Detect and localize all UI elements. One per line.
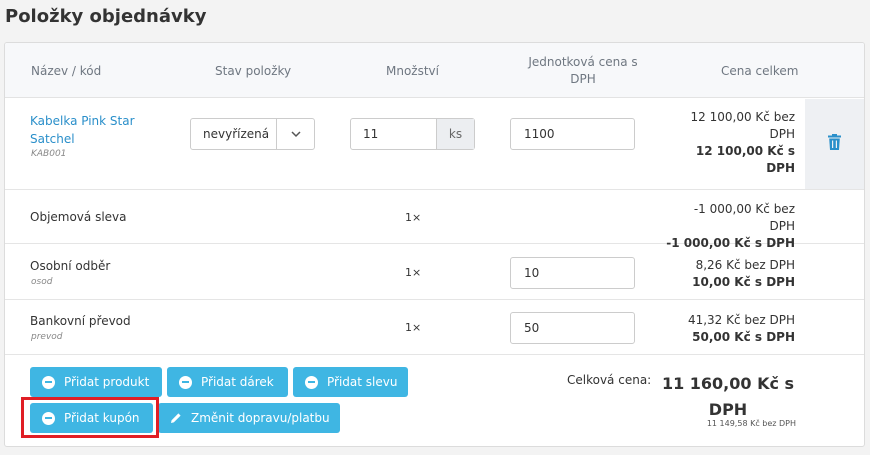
product-name-line1: Kabelka Pink Star [30,114,135,128]
extra-label: Bankovní převod [30,314,131,328]
extra-price-incl: 10,00 Kč s DPH [692,275,795,289]
extra-price-excl: 8,26 Kč bez DPH [695,258,795,272]
add-product-label: Přidat produkt [64,375,150,389]
page-title: Položky objednávky [5,6,207,27]
product-name-link[interactable]: Kabelka Pink Star Satchel [30,112,160,148]
plus-circle-icon [305,375,318,389]
extra-price: 41,32 Kč bez DPH 50,00 Kč s DPH [665,312,795,346]
change-shipping-label: Změnit dopravu/platbu [191,411,330,425]
product-code: KAB001 [31,149,67,159]
delete-item-cell [805,99,864,189]
payment-price-value: 50 [524,321,540,335]
add-gift-button[interactable]: Přidat dárek [167,367,288,397]
chevron-down-icon[interactable] [276,119,314,149]
product-price-incl: 12 100,00 Kč s DPH [695,144,795,175]
extra-price-excl: -1 000,00 Kč bez DPH [693,202,795,233]
extra-price: 8,26 Kč bez DPH 10,00 Kč s DPH [665,257,795,291]
unit-price-input[interactable]: 1100 [510,118,635,150]
product-price-excl-line1: 12 100,00 Kč bez [690,110,795,124]
extra-label: Osobní odběr [30,259,111,273]
unit-price-value: 1100 [524,127,555,141]
column-header-name: Název / kód [31,64,102,78]
extra-price-incl: 50,00 Kč s DPH [692,330,795,344]
add-product-button[interactable]: Přidat produkt [30,367,162,397]
extra-label: Objemová sleva [30,210,127,224]
column-header-unit-price-line2: DPH [570,72,596,86]
highlight-box [21,397,159,438]
column-header-quantity: Množství [386,64,439,78]
shipping-price-value: 10 [524,266,540,280]
quantity-unit: ks [436,119,474,149]
trash-icon[interactable] [828,134,841,154]
table-header: Název / kód Stav položky Množství Jednot… [5,43,864,98]
plus-circle-icon [42,375,55,389]
payment-price-input[interactable]: 50 [510,312,635,344]
extra-code: osod [31,277,53,287]
total-price-excl: 11 149,58 Kč bez DPH [706,419,796,428]
product-price-excl-line2: DPH [769,127,796,141]
plus-circle-icon [179,375,192,389]
total-label: Celková cena: [567,373,652,387]
change-shipping-payment-button[interactable]: Změnit dopravu/platbu [158,403,340,433]
product-row: Kabelka Pink Star Satchel KAB001 nevyříz… [5,99,864,190]
extra-multiplier: 1× [405,321,422,334]
extra-multiplier: 1× [405,266,422,279]
add-gift-label: Přidat dárek [201,375,274,389]
item-status-select[interactable]: nevyřízená [190,118,315,150]
total-price-line1: 11 160,00 Kč s [661,374,795,393]
quantity-value: 11 [363,127,379,141]
pencil-icon [170,412,182,424]
extra-row-shipping: Osobní odběr osod 1× 10 8,26 Kč bez DPH … [5,244,864,300]
item-status-value: nevyřízená [203,127,270,141]
column-header-total: Cena celkem [721,64,799,78]
extra-row-payment: Bankovní převod prevod 1× 50 41,32 Kč be… [5,300,864,355]
extra-code: prevod [31,332,63,342]
total-price: 11 160,00 Kč s DPH [660,371,796,423]
column-header-unit-price-line1: Jednotková cena s [528,55,638,69]
extra-price-excl: 41,32 Kč bez DPH [687,313,795,327]
add-discount-button[interactable]: Přidat slevu [293,367,408,397]
shipping-price-input[interactable]: 10 [510,257,635,289]
extra-multiplier: 1× [405,211,422,224]
add-discount-label: Přidat slevu [327,375,398,389]
column-header-status: Stav položky [215,64,292,78]
quantity-input[interactable]: 11 ks [350,118,475,150]
product-name-line2: Satchel [30,132,75,146]
product-price: 12 100,00 Kč bez DPH 12 100,00 Kč s DPH [665,109,795,177]
extra-row-discount: Objemová sleva 1× -1 000,00 Kč bez DPH -… [5,190,864,250]
column-header-unit-price: Jednotková cena s DPH [523,54,643,88]
